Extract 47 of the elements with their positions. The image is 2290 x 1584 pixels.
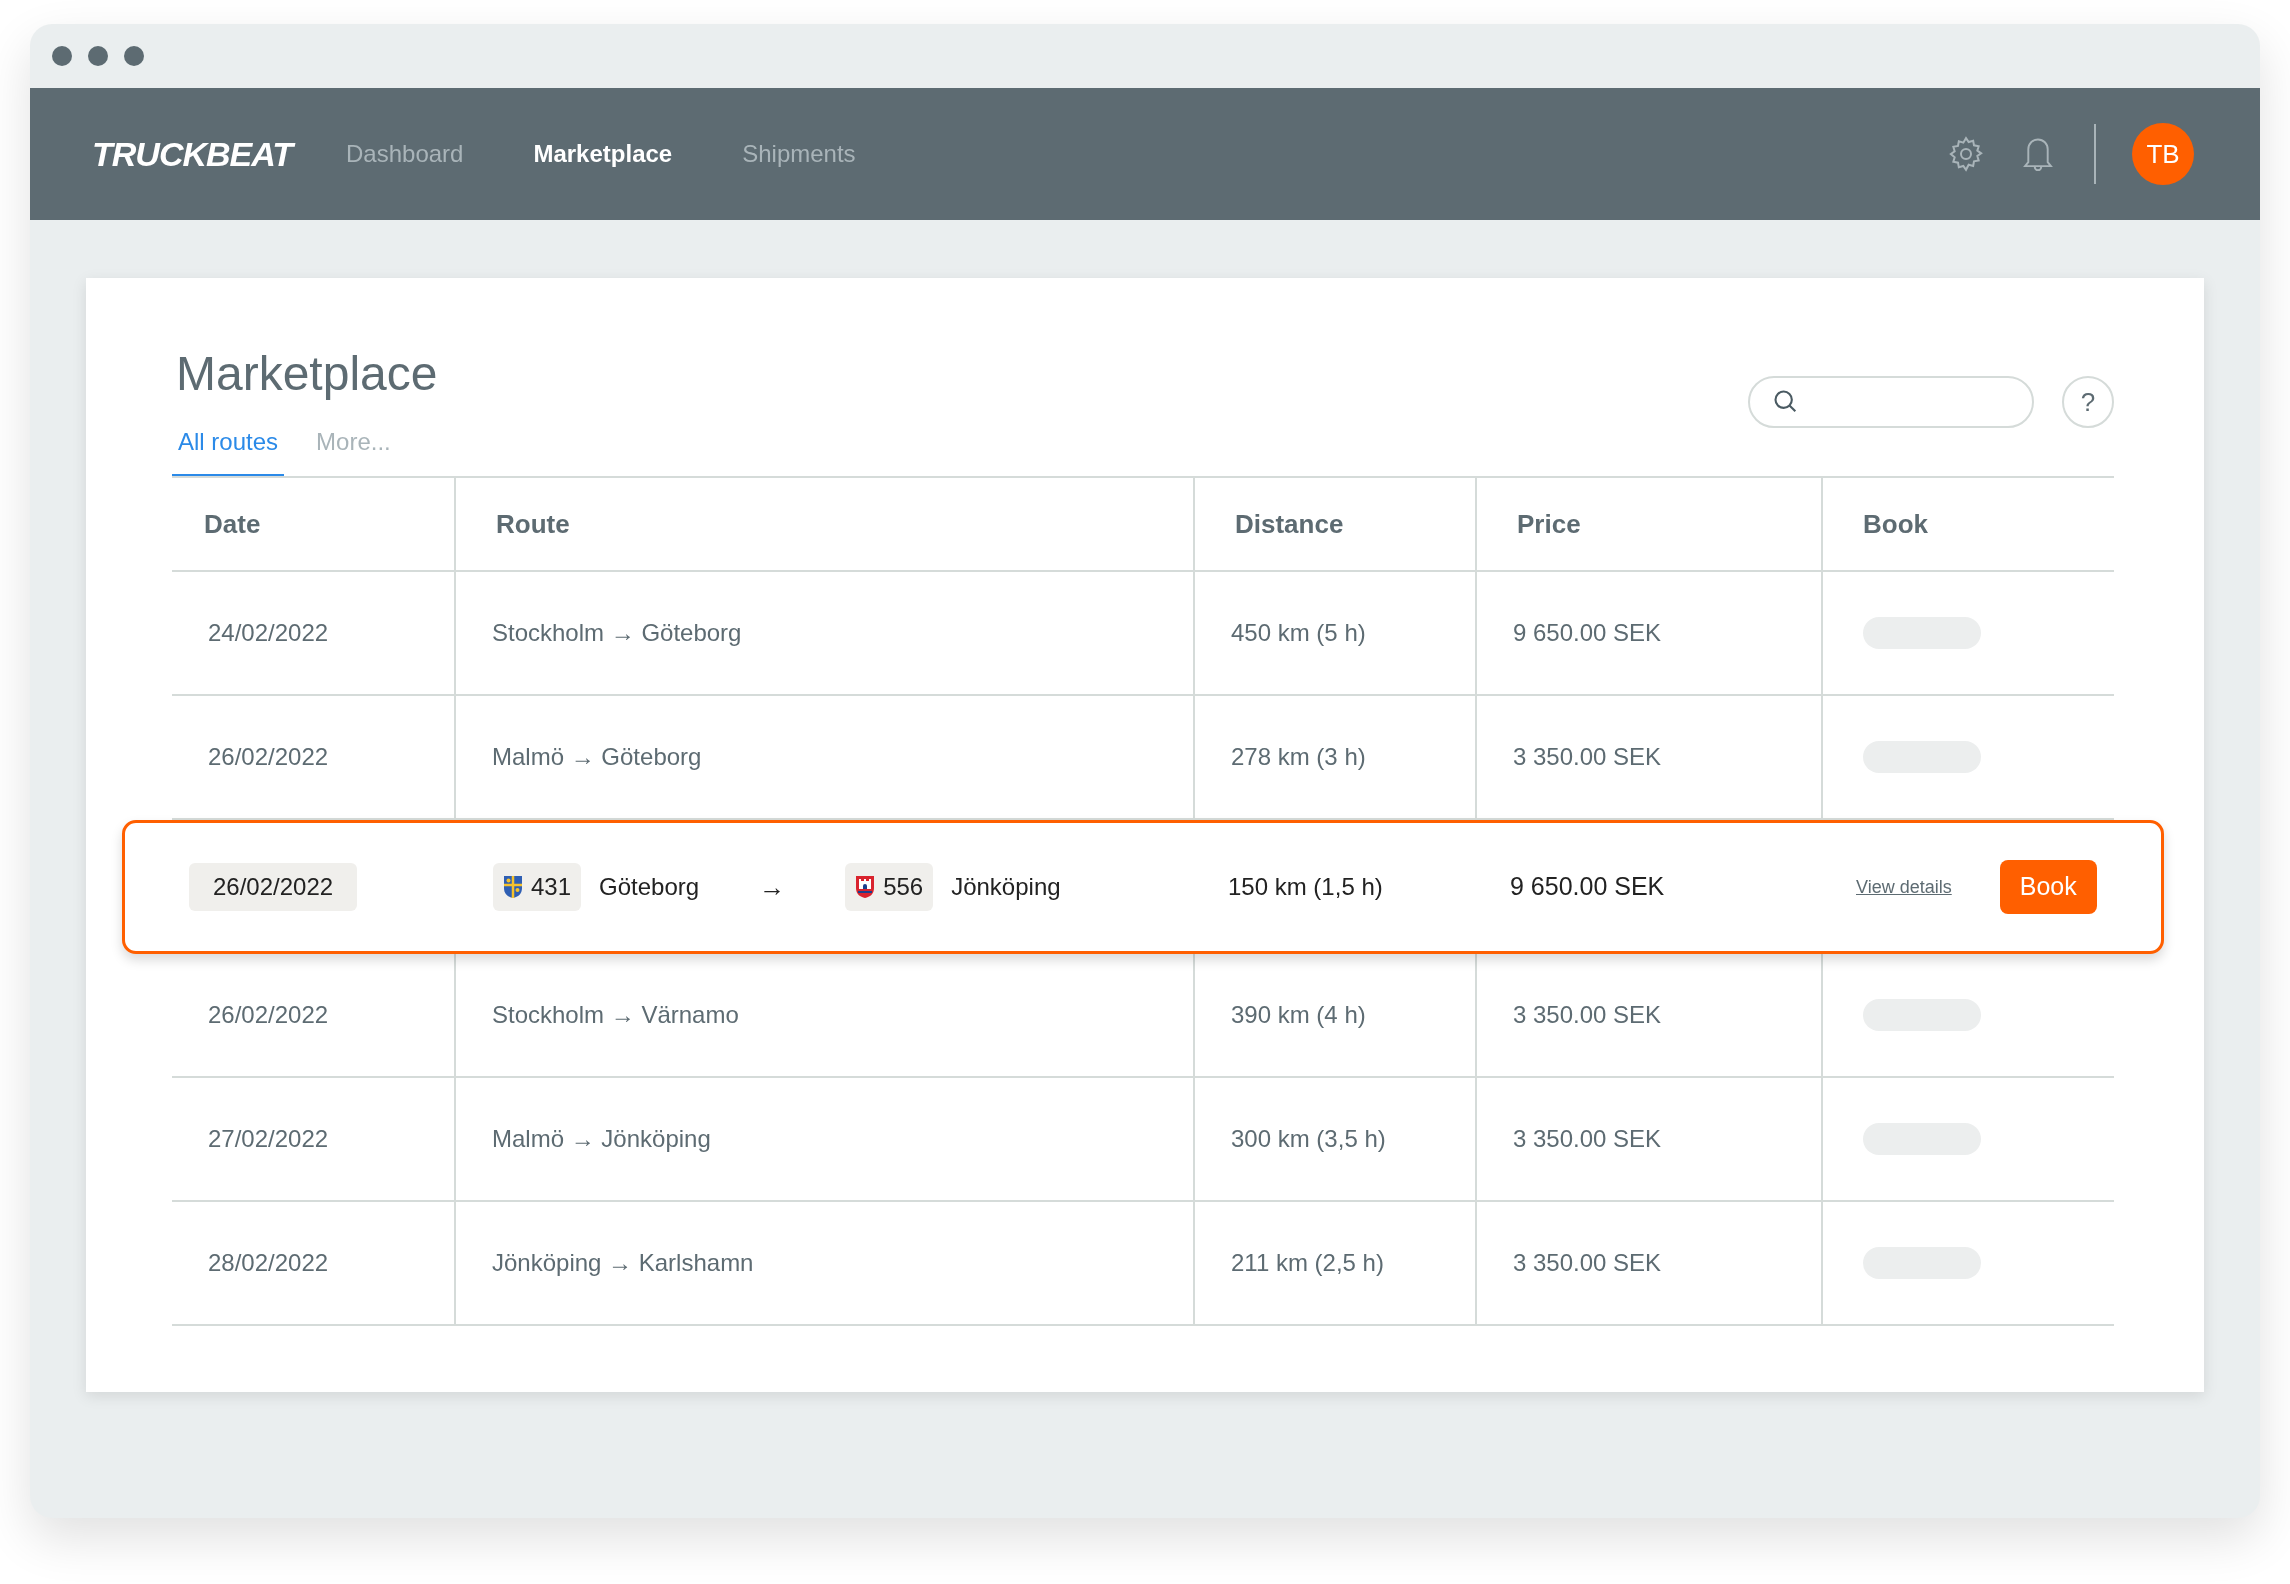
date-text: 24/02/2022: [208, 618, 329, 648]
column-header: Date: [204, 507, 261, 541]
coat-of-arms-icon: [503, 875, 523, 899]
distance-text: 150 km (1,5 h): [1228, 872, 1383, 902]
route-text: Malmö → Jönköping: [492, 1124, 711, 1154]
date-text: 27/02/2022: [208, 1124, 329, 1154]
tab[interactable]: More...: [290, 424, 417, 476]
column-header: Price: [1517, 507, 1581, 541]
book-button[interactable]: Book: [1999, 860, 2097, 914]
route-text: Jönköping → Karlshamn: [492, 1248, 754, 1278]
user-avatar[interactable]: TB: [2132, 123, 2194, 185]
price-text: 3 350.00 SEK: [1513, 742, 1662, 772]
arrow-text: →: [759, 870, 786, 904]
column-header: Book: [1863, 507, 1928, 541]
nav-link[interactable]: Dashboard: [346, 136, 464, 172]
price-text: 3 350.00 SEK: [1513, 1248, 1662, 1278]
city-name: Göteborg: [599, 872, 700, 902]
nav-link[interactable]: Shipments: [742, 136, 856, 172]
distance-text: 390 km (4 h): [1231, 1000, 1366, 1030]
distance-text: 300 km (3,5 h): [1231, 1124, 1386, 1154]
date-text: 26/02/2022: [208, 1000, 329, 1030]
price-text: 9 650.00 SEK: [1513, 618, 1662, 648]
route-text: Malmö → Göteborg: [492, 742, 702, 772]
distance-text: 211 km (2,5 h): [1231, 1248, 1384, 1278]
distance-text: 450 km (5 h): [1231, 618, 1366, 648]
column-header: Route: [496, 507, 570, 541]
tab[interactable]: All routes: [172, 424, 285, 476]
help-button[interactable]: ?: [2062, 376, 2114, 428]
price-text: 3 350.00 SEK: [1513, 1000, 1662, 1030]
route-text: Stockholm → Värnamo: [492, 1000, 739, 1030]
date-text: 28/02/2022: [208, 1248, 329, 1278]
route-code: 431: [531, 872, 572, 902]
date-badge: 26/02/2022: [189, 863, 358, 911]
page-title: Marketplace: [175, 346, 438, 402]
city-name: Jönköping: [951, 872, 1061, 902]
coat-of-arms-icon: [855, 875, 876, 899]
nav-link[interactable]: Marketplace: [533, 136, 673, 172]
price-text: 3 350.00 SEK: [1513, 1124, 1662, 1154]
view-details-link[interactable]: View details: [1856, 873, 1952, 901]
price-text: 9 650.00 SEK: [1510, 871, 1665, 903]
search-field[interactable]: [1748, 376, 2034, 428]
date-text: 26/02/2022: [208, 742, 329, 772]
distance-text: 278 km (3 h): [1231, 742, 1366, 772]
selected-route-row[interactable]: 26/02/2022 431 Göteborg → 556 Jönköping 150 km (1,5 h) 9 650.00 SEK View details Book: [122, 820, 2164, 954]
route-code: 556: [883, 872, 924, 902]
route-text: Stockholm → Göteborg: [492, 618, 742, 648]
column-header: Distance: [1235, 507, 1344, 541]
